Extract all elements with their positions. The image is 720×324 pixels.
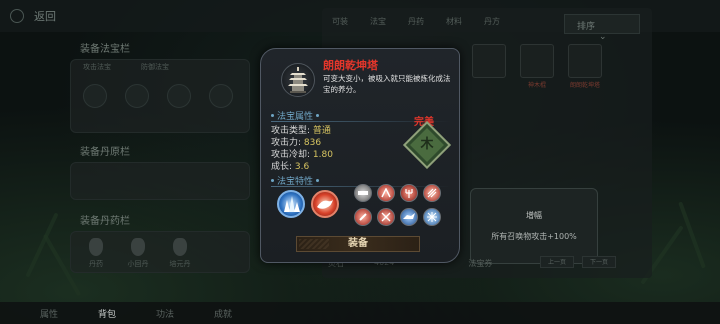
growth-value: 3.6 bbox=[294, 162, 310, 172]
treasure-slot-title: 装备法宝栏 bbox=[80, 44, 130, 55]
wolf-icon[interactable] bbox=[400, 208, 418, 226]
tab-backpack[interactable]: 背包 bbox=[98, 307, 116, 320]
elixir-bottle-icon bbox=[173, 238, 187, 256]
trident-icon[interactable] bbox=[400, 184, 418, 202]
buff-title: 增幅 bbox=[526, 211, 542, 220]
voucher-label: 法宝券 bbox=[468, 259, 493, 268]
tab-treasure[interactable]: 法宝 bbox=[370, 16, 386, 27]
defense-slot-label: 防御法宝 bbox=[141, 63, 169, 71]
dagger-icon[interactable] bbox=[354, 208, 372, 226]
buff-description: 所有召唤物攻击+100% bbox=[491, 232, 577, 241]
inventory-item-label: 朗朗乾坤塔 bbox=[569, 82, 600, 89]
tab-skills[interactable]: 功法 bbox=[156, 307, 174, 320]
pill-slot-title: 装备丹原栏 bbox=[80, 147, 130, 158]
treasure-name: 朗朗乾坤塔 bbox=[323, 59, 378, 72]
elixir-bottle-icon bbox=[89, 238, 103, 256]
elixir-slot[interactable]: 培元丹 bbox=[165, 238, 195, 269]
bloody-claw-icon[interactable] bbox=[377, 184, 395, 202]
flame-beast-icon[interactable] bbox=[311, 190, 339, 218]
fist-icon[interactable] bbox=[354, 184, 372, 202]
whip-icon[interactable] bbox=[377, 208, 395, 226]
attack-slot-label: 攻击法宝 bbox=[83, 63, 111, 71]
buff-panel: 增幅 所有召唤物攻击+100% bbox=[470, 188, 598, 264]
sort-button[interactable]: 排序 ⌄ bbox=[564, 14, 640, 42]
tab-achievements[interactable]: 成就 bbox=[214, 307, 232, 320]
back-arrow-icon bbox=[10, 9, 24, 23]
elixir-label: 丹药 bbox=[89, 260, 103, 268]
inventory-item-label: 神木棍 bbox=[527, 82, 546, 89]
pill-slot-box bbox=[70, 162, 250, 200]
treasure-slot[interactable] bbox=[167, 84, 191, 108]
chevron-down-icon: ⌄ bbox=[599, 32, 607, 42]
inventory-item[interactable]: 朗朗乾坤塔 bbox=[568, 44, 602, 89]
tab-recipe[interactable]: 丹方 bbox=[484, 16, 500, 27]
elixir-bottle-icon bbox=[131, 238, 145, 256]
equip-button[interactable]: 装备 bbox=[296, 236, 420, 252]
elixir-slot-title: 装备丹药栏 bbox=[80, 216, 130, 227]
inventory-item[interactable] bbox=[472, 44, 506, 89]
pagination: 上一页 下一页 bbox=[540, 256, 616, 268]
elixir-label: 小回丹 bbox=[127, 260, 149, 268]
equip-button-label: 装备 bbox=[348, 238, 368, 249]
treasure-slot[interactable] bbox=[125, 84, 149, 108]
treasure-slot[interactable] bbox=[83, 84, 107, 108]
back-button[interactable]: 返回 bbox=[10, 8, 56, 24]
tab-material[interactable]: 材料 bbox=[446, 16, 462, 27]
prev-page-button[interactable]: 上一页 bbox=[540, 256, 574, 268]
quality-glyph: 木 bbox=[420, 137, 434, 152]
pagoda-icon bbox=[281, 63, 315, 97]
treasure-slot[interactable] bbox=[209, 84, 233, 108]
elixir-slot[interactable]: 小回丹 bbox=[123, 238, 153, 269]
equipment-panel: 装备法宝栏 攻击法宝 防御法宝 装备丹原栏 装备丹药栏 丹药 小回丹 培元丹 bbox=[70, 36, 250, 306]
attack-cooldown-value: 1.80 bbox=[312, 150, 333, 160]
elixir-label: 培元丹 bbox=[169, 260, 191, 268]
popup-header: 朗朗乾坤塔 可变大变小，被吸入就只能被炼化成法宝的养分。 bbox=[261, 49, 461, 105]
tab-equipable[interactable]: 可装 bbox=[332, 16, 348, 27]
sort-label: 排序 bbox=[577, 22, 596, 32]
tab-elixir[interactable]: 丹药 bbox=[408, 16, 424, 27]
treasure-description: 可变大变小，被吸入就只能被炼化成法宝的养分。 bbox=[323, 74, 451, 94]
elixir-slot[interactable]: 丹药 bbox=[81, 238, 111, 269]
inventory-item[interactable]: 神木棍 bbox=[520, 44, 554, 89]
treasure-slot-box: 攻击法宝 防御法宝 bbox=[70, 59, 250, 133]
growth-label: 成长: bbox=[271, 162, 293, 172]
next-page-button[interactable]: 下一页 bbox=[582, 256, 616, 268]
ice-shards-icon[interactable] bbox=[423, 208, 441, 226]
bottom-nav: 属性 背包 功法 成就 bbox=[0, 302, 720, 324]
elixir-slot-box: 丹药 小回丹 培元丹 bbox=[70, 231, 250, 273]
tab-attributes[interactable]: 属性 bbox=[40, 307, 58, 320]
back-label: 返回 bbox=[34, 10, 56, 23]
inventory-grid: 神木棍 朗朗乾坤塔 bbox=[472, 44, 602, 89]
blade-fan-icon[interactable] bbox=[423, 184, 441, 202]
growth-row: 成长: 3.6 bbox=[271, 159, 309, 172]
ice-spike-icon[interactable] bbox=[277, 190, 305, 218]
